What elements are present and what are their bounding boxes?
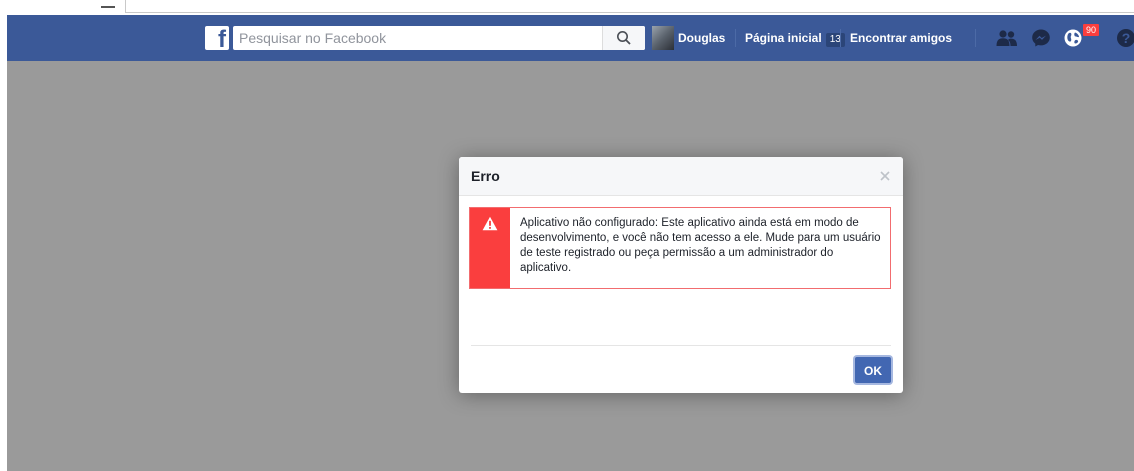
dialog-divider [471,345,891,346]
messenger-icon[interactable] [1031,28,1051,48]
friend-requests-icon[interactable] [996,29,1018,47]
notifications-count-badge: 90 [1082,23,1101,37]
home-link[interactable]: Página inicial 13 [745,28,845,48]
profile-link[interactable]: Douglas [678,28,725,48]
search-box [233,26,645,50]
nav-divider [735,29,736,47]
nav-divider [840,29,841,47]
home-link-label: Página inicial [745,31,822,45]
find-friends-link[interactable]: Encontrar amigos [850,28,952,48]
browser-chrome [0,0,1134,15]
svg-text:?: ? [1122,30,1131,46]
facebook-top-bar: f Douglas Página inicial13 Encontrar ami… [7,15,1134,62]
dialog-header: Erro [459,157,903,196]
address-bar[interactable] [125,0,1134,13]
close-icon[interactable] [879,170,891,182]
dialog-title: Erro [471,168,500,184]
search-icon [617,31,631,45]
warning-icon [482,216,498,231]
avatar[interactable] [652,26,674,50]
error-side-panel [470,208,510,288]
search-button[interactable] [602,26,645,50]
facebook-logo-icon[interactable]: f [205,26,229,50]
search-input[interactable] [233,26,603,50]
error-dialog: Erro Aplicativo não configurado: Este ap… [459,157,903,393]
error-message-box: Aplicativo não configurado: Este aplicat… [469,207,891,289]
notifications-globe-icon[interactable] [1063,28,1083,48]
chrome-dash [101,6,115,8]
ok-button[interactable]: OK [855,357,891,383]
nav-divider [975,29,976,47]
help-icon[interactable]: ? [1116,28,1134,48]
error-message-text: Aplicativo não configurado: Este aplicat… [520,217,881,274]
home-count-badge: 13 [825,33,845,47]
